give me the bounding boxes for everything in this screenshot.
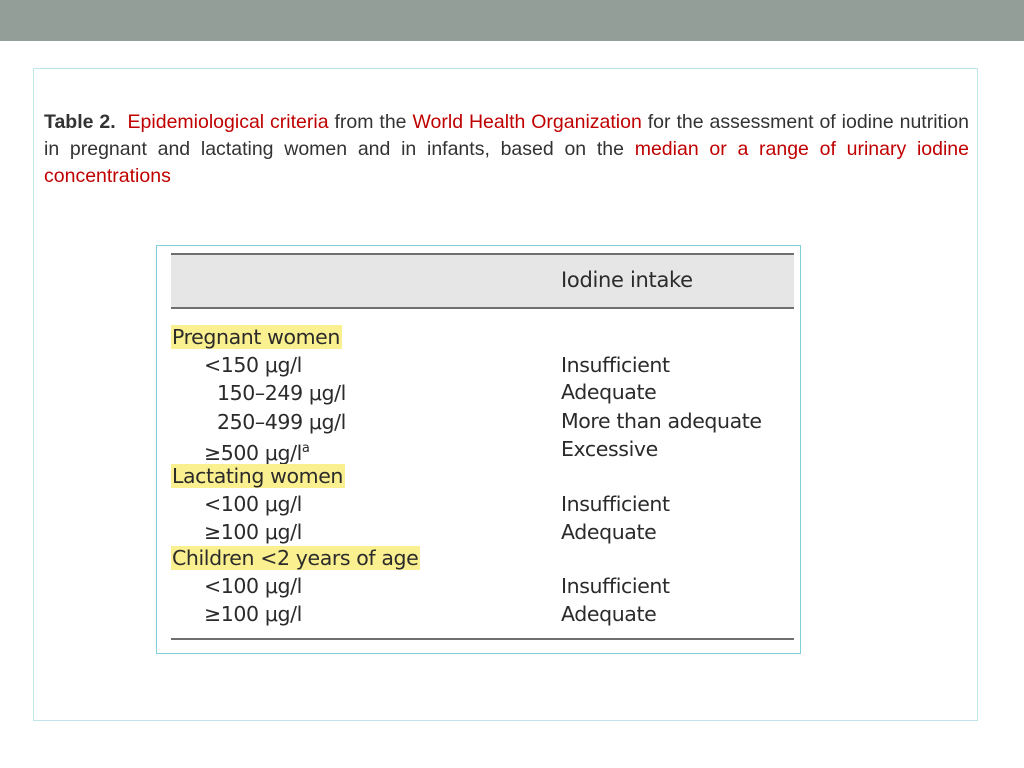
caption-text-1: from the bbox=[328, 111, 413, 133]
table-row-range: ≥100 μg/l bbox=[204, 602, 302, 626]
table-row-intake: Insufficient bbox=[561, 492, 670, 516]
table-row-intake: More than adequate bbox=[561, 409, 762, 433]
table-row-range: ≥100 μg/l bbox=[204, 520, 302, 544]
table-row-intake: Excessive bbox=[561, 437, 658, 461]
table-row-range: ≥500 μg/la bbox=[204, 440, 310, 465]
table-row-intake: Adequate bbox=[561, 380, 657, 404]
table-header-rule bbox=[171, 307, 794, 309]
table-row-range: <150 μg/l bbox=[204, 353, 302, 377]
column-header-iodine-intake: Iodine intake bbox=[561, 268, 693, 292]
caption-term-criteria: Epidemiological criteria bbox=[127, 111, 329, 133]
table-row-intake: Insufficient bbox=[561, 574, 670, 598]
group-lactating-women: Lactating women bbox=[171, 464, 345, 488]
group-pregnant-women: Pregnant women bbox=[171, 325, 342, 349]
table-row-range: <100 μg/l bbox=[204, 574, 302, 598]
table-row-intake: Adequate bbox=[561, 520, 657, 544]
table-row-intake: Insufficient bbox=[561, 353, 670, 377]
table-row-range: 250–499 μg/l bbox=[217, 410, 346, 434]
caption-term-who: World Health Organization bbox=[412, 111, 642, 133]
footnote-marker: a bbox=[301, 441, 310, 456]
caption-label: Table 2. bbox=[44, 111, 116, 133]
group-children-under-2: Children <2 years of age bbox=[171, 546, 421, 570]
table-row-intake: Adequate bbox=[561, 602, 657, 626]
top-bar bbox=[0, 0, 1024, 41]
table-caption: Table 2. Epidemiological criteria from t… bbox=[44, 109, 969, 190]
table-row-range: 150–249 μg/l bbox=[217, 381, 346, 405]
table-header-band bbox=[171, 255, 794, 308]
table-bottom-rule bbox=[171, 638, 794, 640]
table-row-range: <100 μg/l bbox=[204, 492, 302, 516]
